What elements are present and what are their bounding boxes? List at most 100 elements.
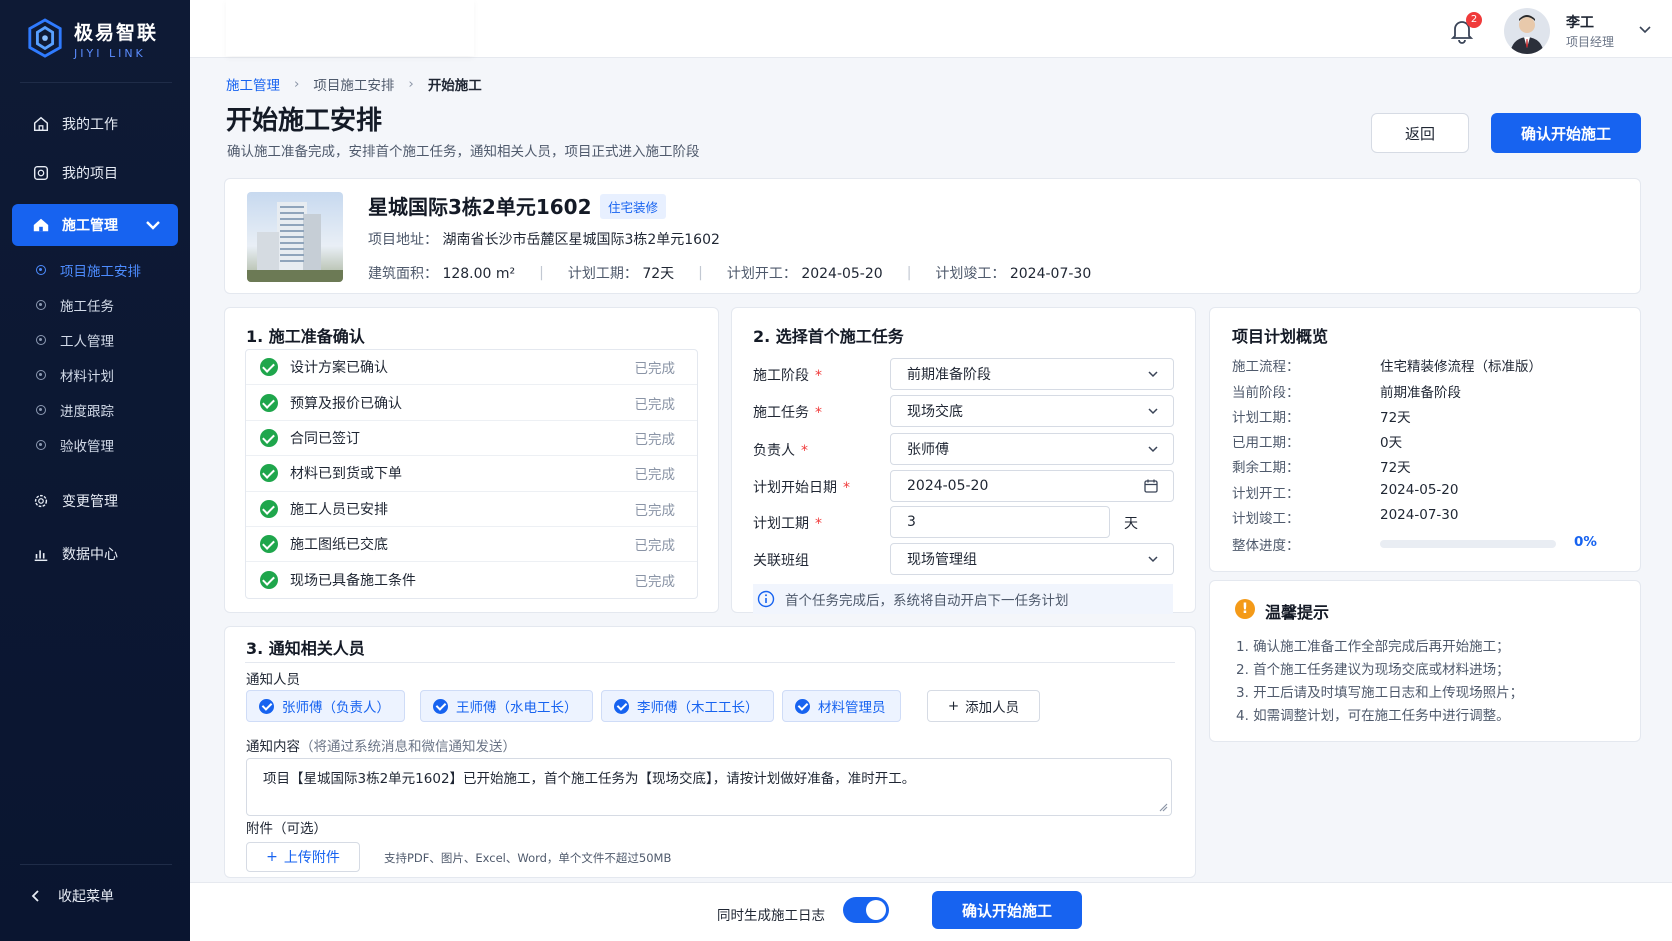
person-chip[interactable]: 材料管理员 <box>782 690 901 722</box>
dot-icon <box>36 265 46 275</box>
checklist-item: 施工人员已安排 已完成 <box>246 492 697 527</box>
duration-input[interactable]: 3 <box>890 506 1110 538</box>
sidebar-item-construction[interactable]: 施工管理 <box>12 204 178 246</box>
overview-label: 剩余工期： <box>1232 460 1300 476</box>
person-chip[interactable]: 李师傅（木工工长） <box>601 690 774 722</box>
check-circle-icon <box>260 571 278 590</box>
warning-icon: ! <box>1235 599 1255 619</box>
project-type-badge: 住宅装修 <box>600 194 667 219</box>
sub-item-label: 验收管理 <box>60 439 114 455</box>
owner-select[interactable]: 张师傅 <box>890 433 1174 465</box>
resize-handle-icon[interactable] <box>1158 802 1168 812</box>
content-label: 通知内容（将通过系统消息和微信通知发送） <box>246 739 516 755</box>
confirm-start-button[interactable]: 确认开始施工 <box>1491 113 1641 153</box>
chevron-right-icon: › <box>408 76 414 92</box>
notify-content-textarea[interactable]: 项目【星城国际3栋2单元1602】已开始施工，首个施工任务为【现场交底】，请按计… <box>246 758 1172 816</box>
area-label: 建筑面积： <box>368 266 438 282</box>
sidebar-item-data-center[interactable]: 数据中心 <box>12 534 178 574</box>
collapse-menu-button[interactable]: 收起菜单 <box>30 886 114 906</box>
section-title: 1. 施工准备确认 <box>246 327 365 346</box>
checklist: 设计方案已确认 已完成 预算及报价已确认 已完成 合同已签订 已完成 材料已到货或下单… <box>245 349 698 599</box>
add-person-button[interactable]: + 添加人员 <box>927 690 1040 722</box>
checklist-item: 材料已到货或下单 已完成 <box>246 456 697 492</box>
people-label: 通知人员 <box>246 672 300 688</box>
chart-icon <box>34 550 48 562</box>
dot-icon <box>36 440 46 450</box>
sidebar-sub-item-acceptance[interactable]: 验收管理 <box>36 435 114 455</box>
sidebar-sub-item-tasks[interactable]: 施工任务 <box>36 295 114 315</box>
upload-attachment-button[interactable]: + 上传附件 <box>246 842 360 872</box>
overview-value: 2024-07-30 <box>1380 507 1459 523</box>
sidebar: 极易智联 JIYI LINK 我的工作 我的项目 施工管理 项目施工安排 施工任… <box>0 0 190 941</box>
item-label: 现场已具备施工条件 <box>290 573 416 590</box>
start-date-input[interactable]: 2024-05-20 <box>890 470 1174 502</box>
duration-unit: 天 <box>1124 516 1138 532</box>
avatar[interactable] <box>1504 8 1550 54</box>
select-value: 现场交底 <box>907 404 963 420</box>
breadcrumb-link[interactable]: 施工管理 <box>226 74 280 94</box>
project-image <box>247 192 343 282</box>
tip-item: 2. 首个施工任务建议为现场交底或材料进场； <box>1236 662 1510 678</box>
topbar: 2 李工 项目经理 <box>190 0 1672 58</box>
check-circle-icon <box>260 535 278 554</box>
project-meta: 建筑面积： 128.00 m² | 计划工期： 72天 | 计划开工： 2024… <box>368 263 1091 283</box>
breadcrumb-link[interactable]: 项目施工安排 <box>313 74 394 94</box>
chevron-left-icon <box>31 890 39 902</box>
team-select[interactable]: 现场管理组 <box>890 543 1174 575</box>
progress-percent: 0% <box>1574 534 1597 550</box>
person-chip[interactable]: 王师傅（水电工长） <box>420 690 593 722</box>
calendar-icon[interactable] <box>1143 478 1159 494</box>
sub-item-label: 工人管理 <box>60 334 114 350</box>
chevron-down-icon[interactable] <box>1638 22 1652 36</box>
check-circle-icon <box>433 698 448 714</box>
divider <box>20 82 172 83</box>
notification-button[interactable]: 2 <box>1448 12 1482 44</box>
sidebar-item-my-work[interactable]: 我的工作 <box>12 104 178 144</box>
check-circle-icon <box>259 698 274 714</box>
sub-item-label: 施工任务 <box>60 299 114 315</box>
stage-label: 施工阶段 * <box>753 368 822 384</box>
dot-icon <box>36 335 46 345</box>
tip-item: 4. 如需调整计划，可在施工任务中进行调整。 <box>1236 708 1510 724</box>
first-task-card: 2. 选择首个施工任务 施工阶段 * 前期准备阶段 施工任务 * 现场交底 负责人 *… <box>731 307 1196 614</box>
dot-icon <box>36 300 46 310</box>
gear-icon <box>34 494 48 508</box>
upload-hint: 支持PDF、图片、Excel、Word，单个文件不超过50MB <box>384 851 672 865</box>
item-status: 已完成 <box>634 431 676 448</box>
stage-select[interactable]: 前期准备阶段 <box>890 358 1174 390</box>
sidebar-sub-item-materials[interactable]: 材料计划 <box>36 365 114 385</box>
sidebar-item-label: 我的工作 <box>62 117 118 133</box>
person-chip[interactable]: 张师傅（负责人） <box>246 690 405 722</box>
sidebar-item-changes[interactable]: 变更管理 <box>12 481 178 521</box>
overview-value: 0天 <box>1380 435 1403 451</box>
duration-label: 计划工期： <box>567 266 638 282</box>
button-label: 添加人员 <box>965 700 1020 716</box>
select-value: 张师傅 <box>907 442 949 458</box>
task-select[interactable]: 现场交底 <box>890 395 1174 427</box>
confirm-start-button-bottom[interactable]: 确认开始施工 <box>932 891 1082 929</box>
input-value: 3 <box>907 514 916 530</box>
chip-label: 王师傅（水电工长） <box>456 700 578 716</box>
item-status: 已完成 <box>634 538 676 555</box>
brand-logo[interactable]: 极易智联 JIYI LINK <box>26 18 158 60</box>
log-toggle[interactable] <box>843 897 889 923</box>
divider: | <box>539 265 544 281</box>
item-label: 合同已签订 <box>290 430 360 447</box>
check-circle-icon <box>795 698 810 714</box>
page-subtitle: 确认施工准备完成，安排首个施工任务，通知相关人员，项目正式进入施工阶段 <box>227 144 700 160</box>
address-label: 项目地址： <box>368 232 438 248</box>
chip-label: 材料管理员 <box>818 700 886 716</box>
back-button[interactable]: 返回 <box>1371 113 1469 153</box>
sidebar-sub-item-workers[interactable]: 工人管理 <box>36 330 114 350</box>
sidebar-sub-item-progress[interactable]: 进度跟踪 <box>36 400 114 420</box>
checklist-item: 设计方案已确认 已完成 <box>246 350 697 386</box>
area-item: 建筑面积： 128.00 m² <box>368 263 515 283</box>
sidebar-sub-item-schedule[interactable]: 项目施工安排 <box>36 260 141 280</box>
chevron-down-icon <box>1148 556 1158 563</box>
user-avatar-icon <box>1510 15 1544 54</box>
checklist-item: 现场已具备施工条件 已完成 <box>246 562 697 597</box>
divider <box>20 864 172 865</box>
sidebar-item-my-projects[interactable]: 我的项目 <box>12 153 178 193</box>
brand-name-en: JIYI LINK <box>74 47 146 60</box>
top-search-area[interactable] <box>226 0 474 56</box>
